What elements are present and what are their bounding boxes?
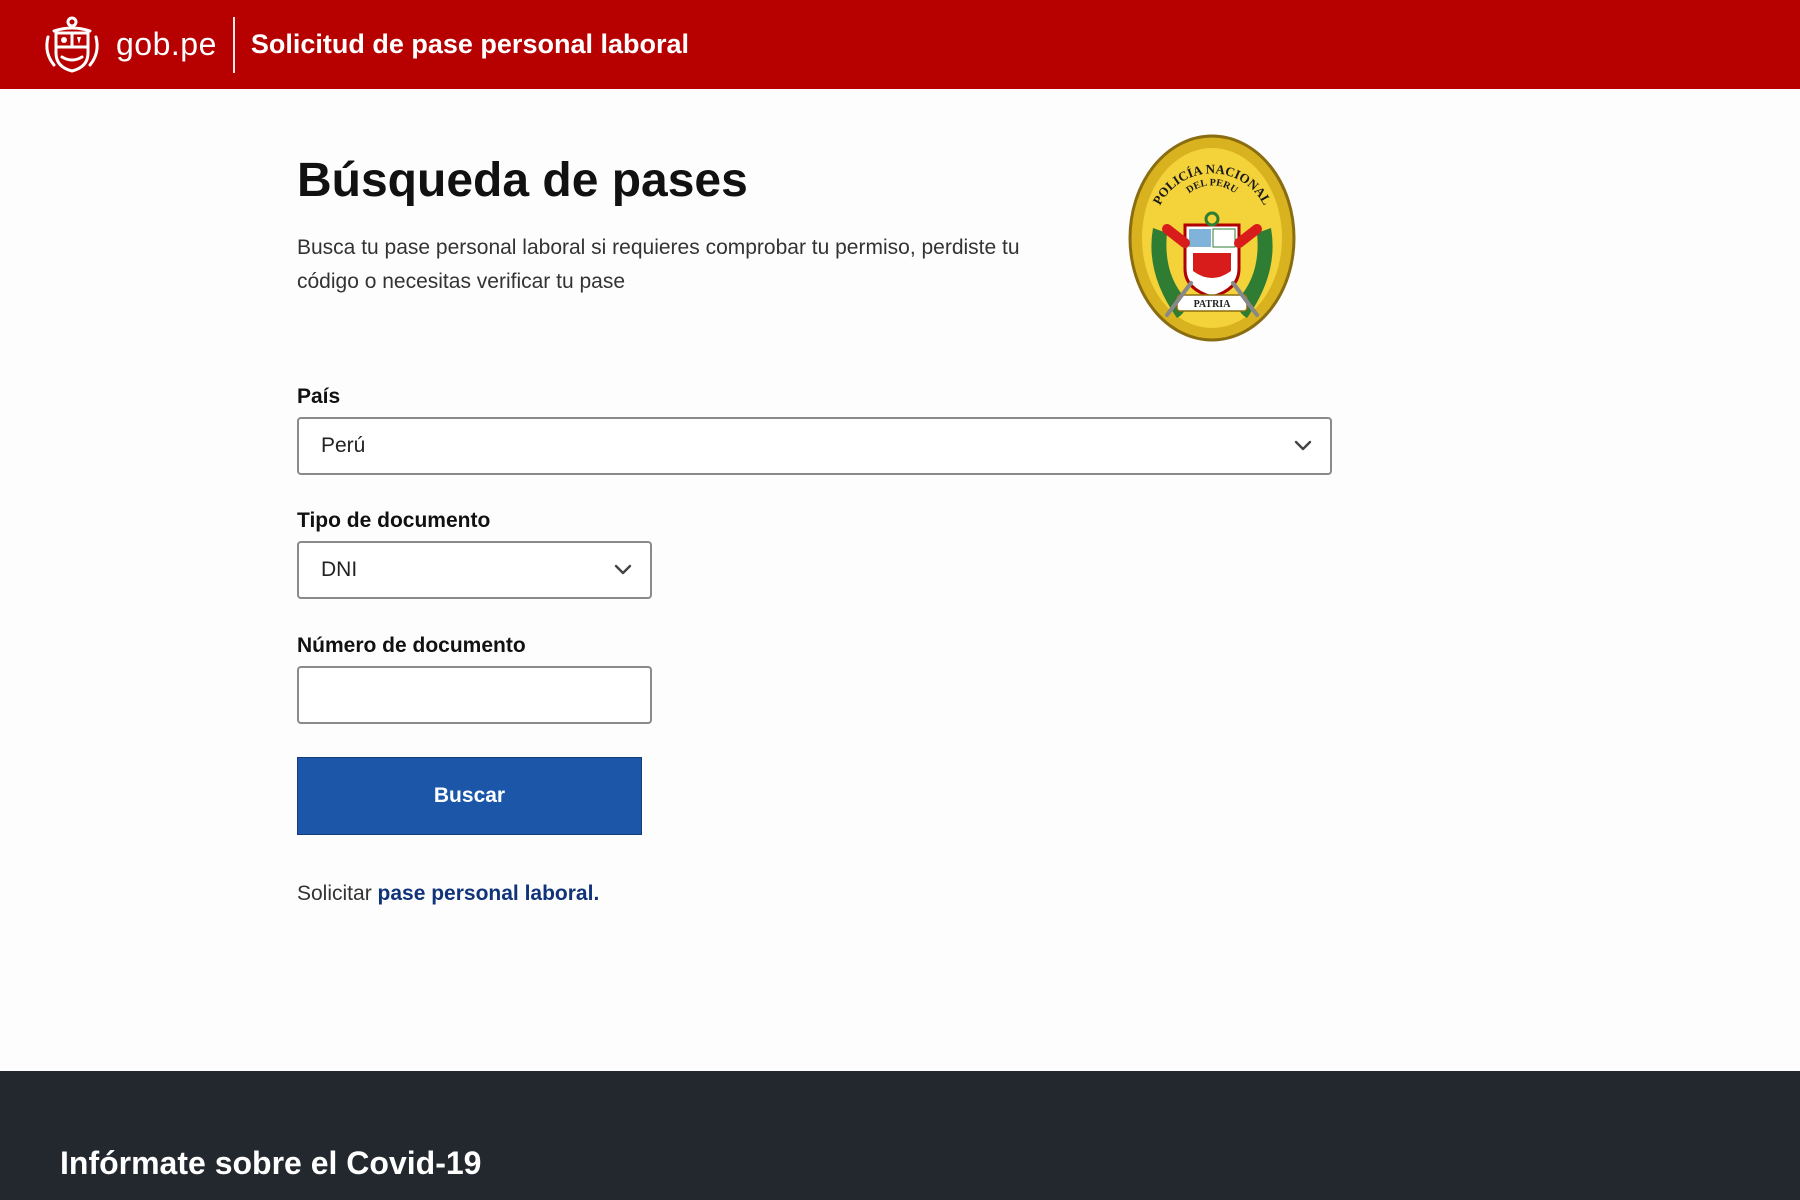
doc-type-select-value: DNI <box>321 558 358 581</box>
country-select-value: Perú <box>321 434 366 457</box>
country-select[interactable]: Perú <box>297 417 1332 475</box>
header-title: Solicitud de pase personal laboral <box>250 29 689 59</box>
footer: Infórmate sobre el Covid-19 <box>0 1071 1800 1200</box>
chevron-down-icon <box>1294 440 1312 451</box>
doc-type-select[interactable]: DNI <box>297 541 652 599</box>
header-divider <box>232 16 235 73</box>
brand-text: gob.pe <box>116 26 217 62</box>
search-button[interactable]: Buscar <box>297 757 642 835</box>
doc-number-input[interactable] <box>297 666 652 724</box>
badge-text-bottom: PATRIA <box>1194 299 1232 310</box>
top-header: gob.pe Solicitud de pase personal labora… <box>0 0 1800 89</box>
footer-title: Infórmate sobre el Covid-19 <box>60 1145 482 1181</box>
peru-coat-of-arms-icon <box>45 16 99 72</box>
doc-type-label: Tipo de documento <box>297 509 491 532</box>
police-badge-icon: PATRIA POLICÍA NACIONAL DEL PERU <box>1128 134 1296 342</box>
gob-pe-brand[interactable]: gob.pe <box>40 0 217 89</box>
country-label: País <box>297 385 341 408</box>
request-prefix: Solicitar <box>297 882 378 905</box>
request-pass-link[interactable]: pase personal laboral. <box>378 882 600 905</box>
page-title: Búsqueda de pases <box>297 154 748 207</box>
page-description: Busca tu pase personal laboral si requie… <box>297 236 1020 293</box>
doc-number-label: Número de documento <box>297 634 526 657</box>
request-pass-line: Solicitar pase personal laboral. <box>297 882 599 906</box>
chevron-down-icon <box>614 564 632 575</box>
